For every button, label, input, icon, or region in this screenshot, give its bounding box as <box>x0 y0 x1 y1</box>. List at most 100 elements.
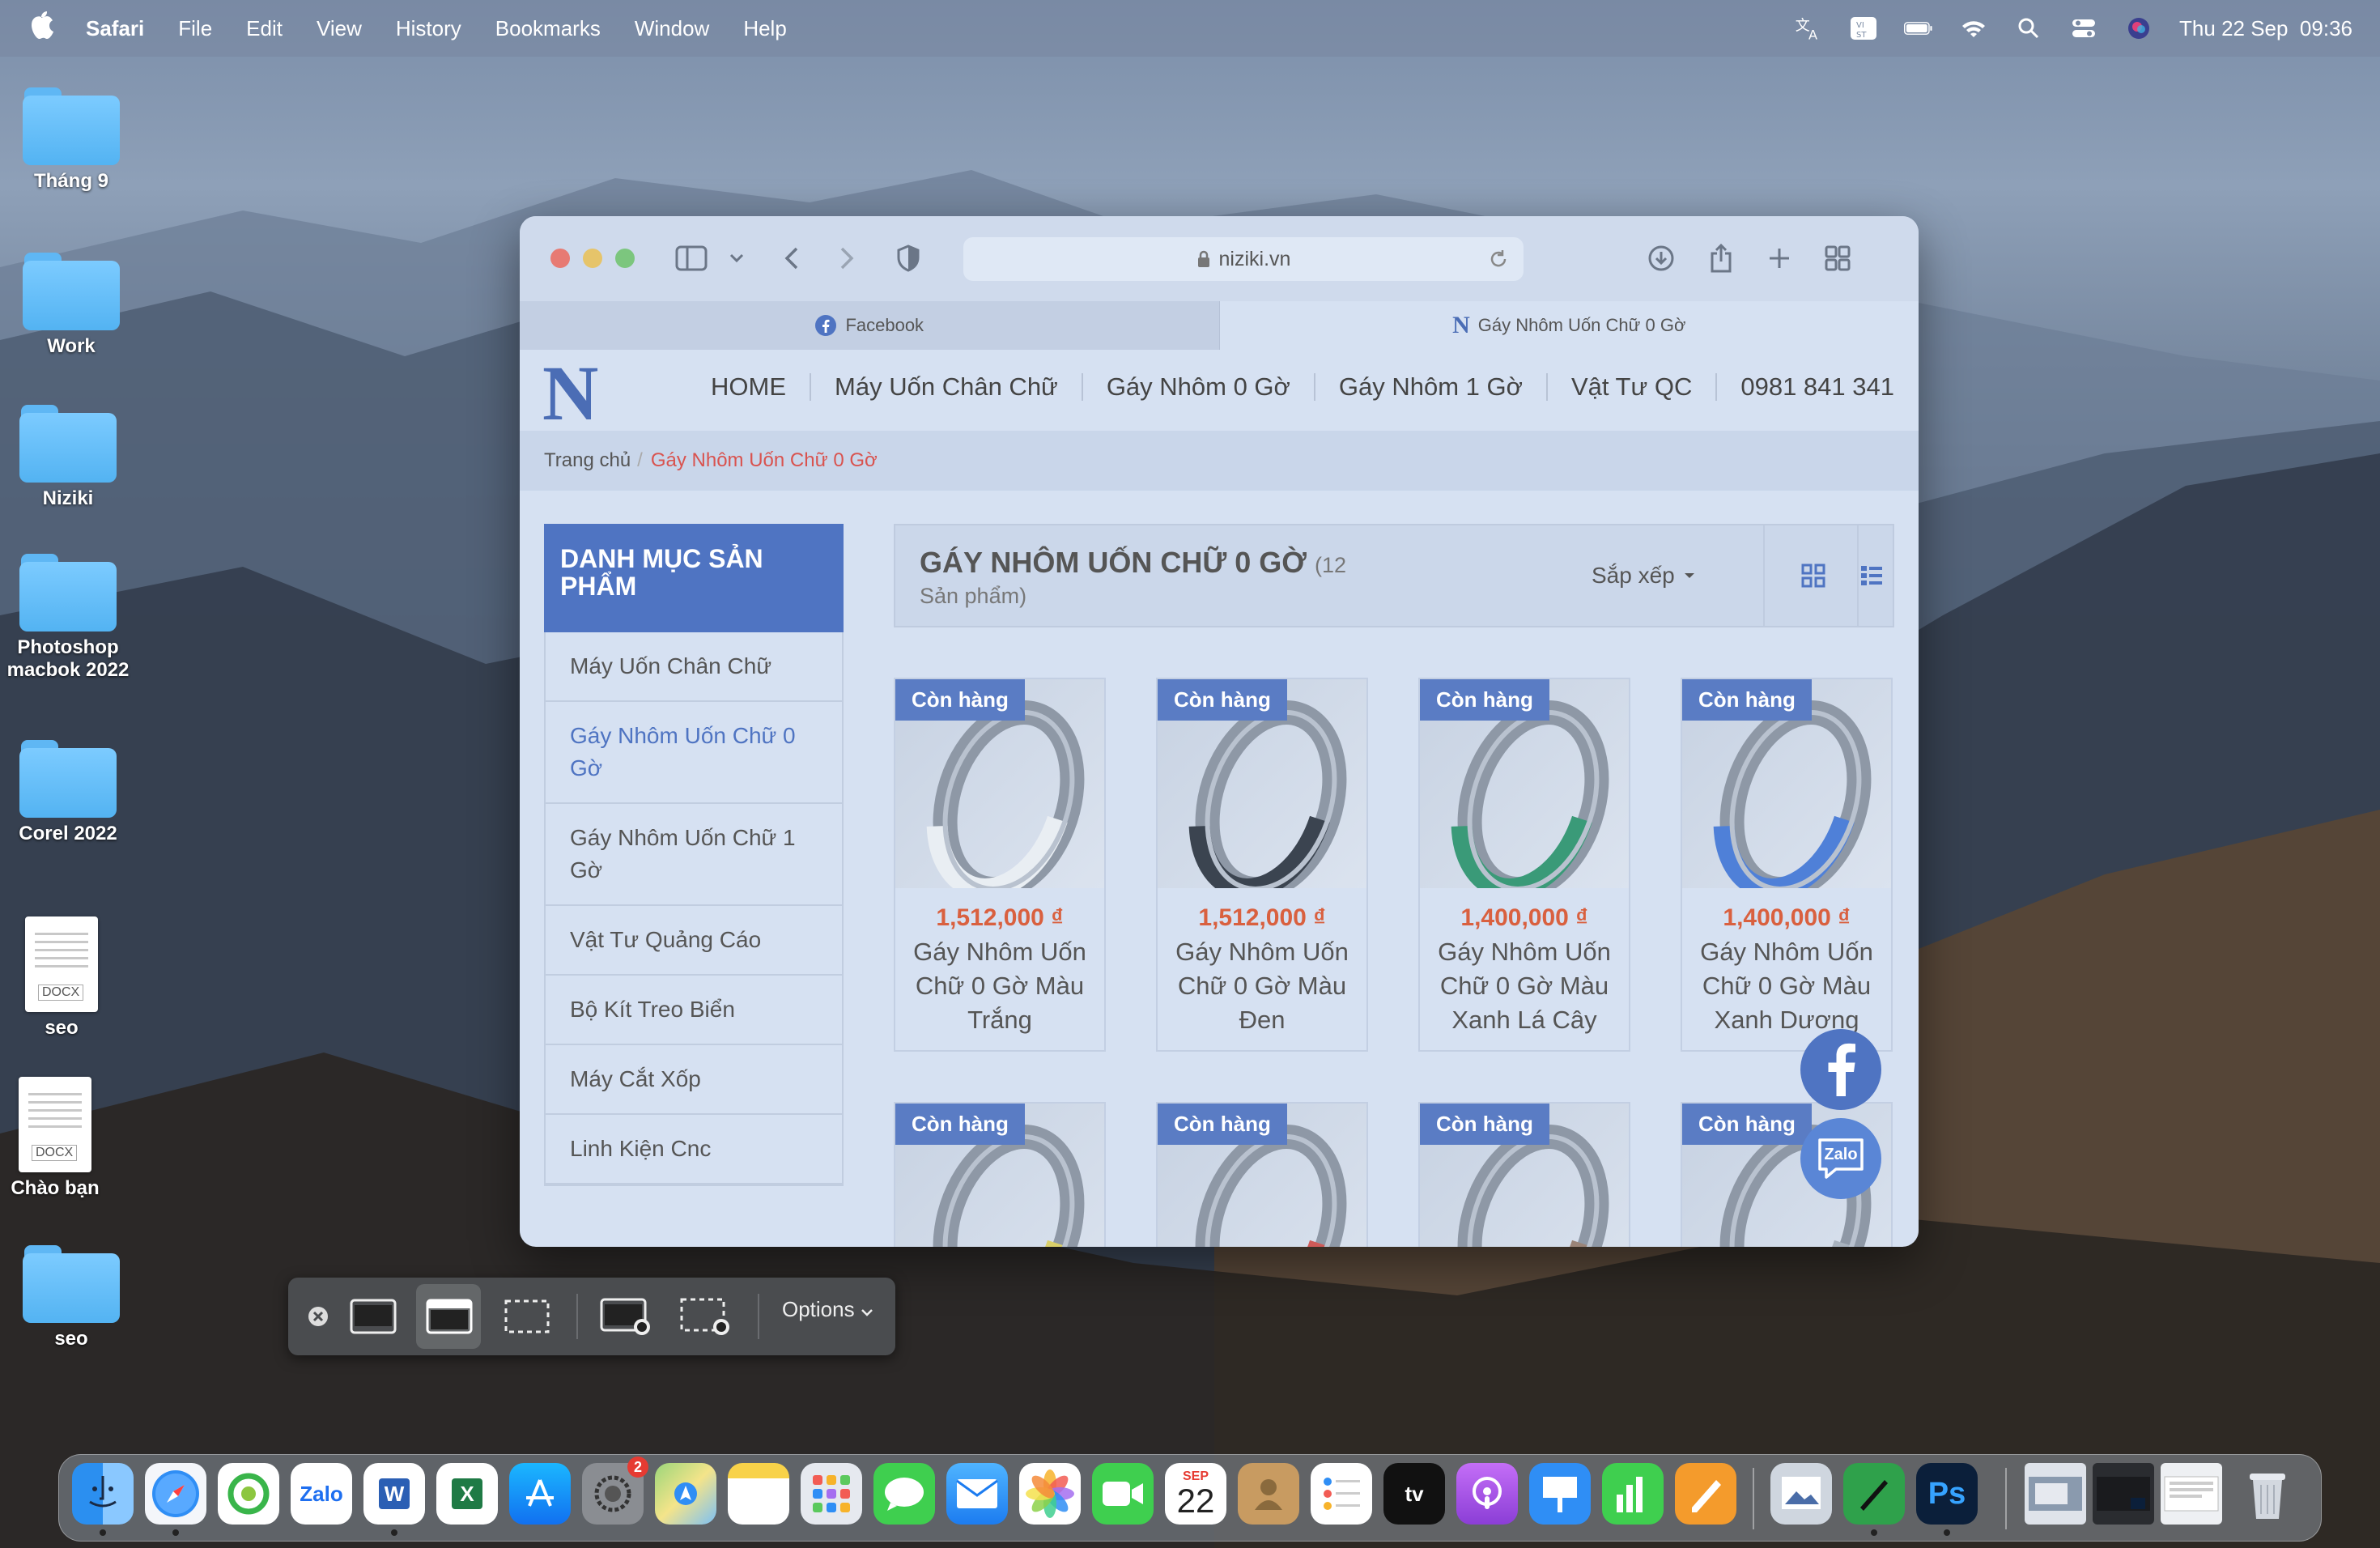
notes-app-icon[interactable] <box>728 1463 789 1525</box>
wacom-app-icon[interactable] <box>1843 1463 1905 1525</box>
excel-app-icon[interactable]: X <box>436 1463 498 1525</box>
siri-icon[interactable] <box>2124 18 2153 39</box>
menu-view[interactable]: View <box>317 16 362 41</box>
facetime-app-icon[interactable] <box>1092 1463 1154 1525</box>
product-card[interactable]: Còn hàng 1,400,000 ₫ Gáy Nhôm Uốn Chữ 0 … <box>1681 678 1893 1052</box>
nav-home[interactable]: HOME <box>711 372 786 402</box>
breadcrumb-home[interactable]: Trang chủ <box>544 449 631 472</box>
preview-app-icon[interactable] <box>1770 1463 1832 1525</box>
capture-entire-screen-icon[interactable] <box>346 1295 400 1337</box>
calendar-app-icon[interactable]: SEP 22 <box>1165 1463 1226 1525</box>
menu-help[interactable]: Help <box>743 16 786 41</box>
nav-vat-tu[interactable]: Vật Tư QC <box>1571 372 1692 402</box>
product-card[interactable]: Còn hàng 1,512,000 ₫ Gáy Nhôm Uốn Chữ 0 … <box>1156 678 1368 1052</box>
wifi-icon[interactable] <box>1959 18 1988 39</box>
minimize-window-button[interactable] <box>583 249 602 268</box>
menu-history[interactable]: History <box>396 16 461 41</box>
grid-view-icon[interactable] <box>1794 556 1833 595</box>
product-image[interactable]: Còn hàng <box>895 679 1104 888</box>
tab-niziki[interactable]: N Gáy Nhôm Uốn Chữ 0 Gờ <box>1219 301 1919 350</box>
sidebar-item-bo-kit[interactable]: Bộ Kít Treo Biển <box>546 976 842 1045</box>
contacts-app-icon[interactable] <box>1238 1463 1299 1525</box>
back-icon[interactable] <box>776 242 808 274</box>
zalo-app-icon[interactable]: Zalo <box>291 1463 352 1525</box>
chevron-down-icon[interactable] <box>720 242 753 274</box>
menu-bookmarks[interactable]: Bookmarks <box>495 16 601 41</box>
sidebar-item-gay-nhom-1[interactable]: Gáy Nhôm Uốn Chữ 1 Gờ <box>546 804 842 906</box>
facebook-chat-button[interactable] <box>1800 1029 1881 1110</box>
product-name[interactable]: Gáy Nhôm Uốn Chữ 0 Gờ Màu Đen <box>1158 932 1366 1045</box>
product-image[interactable]: Còn hàng <box>895 1104 1104 1247</box>
apple-tv-app-icon[interactable]: tv <box>1383 1463 1445 1525</box>
numbers-app-icon[interactable] <box>1602 1463 1664 1525</box>
product-card[interactable]: Còn hàng <box>1156 1102 1368 1247</box>
mail-app-icon[interactable] <box>946 1463 1008 1525</box>
photos-app-icon[interactable] <box>1019 1463 1081 1525</box>
desktop-file-chao-ban[interactable]: DOCX Chào bạn <box>0 1077 120 1200</box>
product-image[interactable]: Còn hàng <box>1420 1104 1629 1247</box>
battery-icon[interactable] <box>1904 18 1933 39</box>
reminders-app-icon[interactable] <box>1311 1463 1372 1525</box>
desktop-folder-seo[interactable]: seo <box>6 1245 136 1350</box>
address-bar[interactable]: niziki.vn <box>963 237 1524 281</box>
tab-facebook[interactable]: Facebook <box>520 301 1220 350</box>
apple-menu-icon[interactable] <box>29 11 62 46</box>
podcasts-app-icon[interactable] <box>1456 1463 1518 1525</box>
nav-gay-nhom-1[interactable]: Gáy Nhôm 1 Gờ <box>1339 372 1523 402</box>
recent-window-thumbnail-icon[interactable] <box>2093 1463 2154 1525</box>
zoom-window-button[interactable] <box>615 249 635 268</box>
forward-icon[interactable] <box>831 242 863 274</box>
close-window-button[interactable] <box>550 249 570 268</box>
zalo-chat-button[interactable]: Zalo <box>1800 1118 1881 1199</box>
product-image[interactable]: Còn hàng <box>1682 679 1891 888</box>
desktop-file-seo[interactable]: DOCX seo <box>0 916 126 1040</box>
record-selection-icon[interactable] <box>677 1295 733 1337</box>
spotlight-search-icon[interactable] <box>2014 18 2043 39</box>
product-card[interactable]: Còn hàng <box>1418 1102 1630 1247</box>
sidebar-item-may-uon[interactable]: Máy Uốn Chân Chữ <box>546 632 842 702</box>
trash-icon[interactable] <box>2237 1463 2298 1525</box>
desktop-folder-thang-9[interactable]: Tháng 9 <box>6 87 136 193</box>
translate-icon[interactable]: 文A <box>1794 18 1823 42</box>
pages-app-icon[interactable] <box>1675 1463 1736 1525</box>
launchpad-icon[interactable] <box>801 1463 862 1525</box>
desktop-folder-corel[interactable]: Corel 2022 <box>3 740 133 845</box>
safari-app-icon[interactable] <box>145 1463 206 1525</box>
capture-selection-icon[interactable] <box>500 1295 554 1337</box>
product-name[interactable]: Gáy Nhôm Uốn Chữ 0 Gờ Màu Xanh Lá Cây <box>1420 932 1629 1045</box>
options-button[interactable]: Options <box>782 1297 873 1322</box>
nav-phone[interactable]: 0981 841 341 <box>1740 372 1894 402</box>
tab-overview-icon[interactable] <box>1821 242 1854 274</box>
menu-edit[interactable]: Edit <box>246 16 283 41</box>
product-card[interactable]: Còn hàng 1,400,000 ₫ Gáy Nhôm Uốn Chữ 0 … <box>1418 678 1630 1052</box>
list-view-icon[interactable] <box>1847 556 1896 595</box>
app-store-icon[interactable] <box>509 1463 571 1525</box>
downloads-icon[interactable] <box>1645 242 1677 274</box>
keynote-app-icon[interactable] <box>1529 1463 1591 1525</box>
sidebar-toggle-icon[interactable] <box>675 242 708 274</box>
product-image[interactable]: Còn hàng <box>1420 679 1629 888</box>
photoshop-app-icon[interactable]: Ps <box>1916 1463 1978 1525</box>
new-tab-icon[interactable] <box>1763 242 1796 274</box>
input-source-icon[interactable]: VI ST <box>1849 17 1878 40</box>
word-app-icon[interactable]: W <box>363 1463 425 1525</box>
sidebar-item-linh-kien[interactable]: Linh Kiện Cnc <box>546 1115 842 1184</box>
product-image[interactable]: Còn hàng <box>1158 679 1366 888</box>
messages-app-icon[interactable] <box>873 1463 935 1525</box>
close-icon[interactable] <box>306 1295 330 1337</box>
finder-icon[interactable] <box>72 1463 134 1525</box>
desktop-folder-niziki[interactable]: Niziki <box>3 405 133 510</box>
maps-app-icon[interactable] <box>655 1463 716 1525</box>
control-center-icon[interactable] <box>2069 18 2098 39</box>
recent-window-thumbnail-icon[interactable] <box>2025 1463 2086 1525</box>
coccoc-app-icon[interactable] <box>218 1463 279 1525</box>
product-image[interactable]: Còn hàng <box>1158 1104 1366 1247</box>
menu-app-name[interactable]: Safari <box>86 16 144 41</box>
product-card[interactable]: Còn hàng <box>894 1102 1106 1247</box>
sidebar-item-may-cat-xop[interactable]: Máy Cắt Xốp <box>546 1045 842 1115</box>
sidebar-item-gay-nhom-0[interactable]: Gáy Nhôm Uốn Chữ 0 Gờ <box>546 702 842 804</box>
capture-window-icon[interactable] <box>423 1295 476 1337</box>
privacy-shield-icon[interactable] <box>892 242 924 274</box>
desktop-folder-work[interactable]: Work <box>6 253 136 358</box>
clock[interactable]: Thu 22 Sep 09:36 <box>2179 16 2352 41</box>
